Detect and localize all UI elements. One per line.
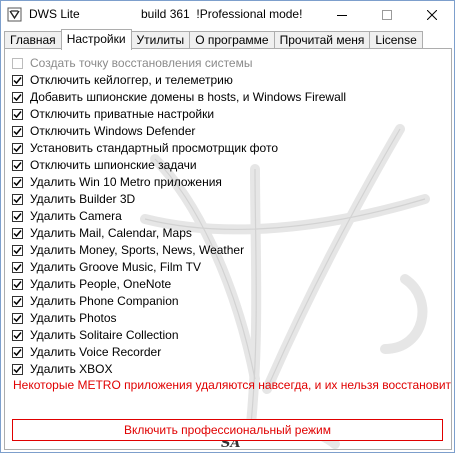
option-row[interactable]: Удалить Groove Music, Film TV xyxy=(12,259,201,275)
option-checkbox[interactable] xyxy=(12,142,23,154)
option-checkbox[interactable] xyxy=(12,346,23,358)
option-row[interactable]: Удалить Money, Sports, News, Weather xyxy=(12,242,244,258)
option-checkbox[interactable] xyxy=(12,329,23,341)
option-row[interactable]: Удалить Camera xyxy=(12,208,122,224)
tab-readme[interactable]: Прочитай меня xyxy=(273,31,371,49)
option-checkbox[interactable] xyxy=(12,91,23,103)
checkmark-icon xyxy=(13,365,22,373)
option-label: Удалить Builder 3D xyxy=(30,192,136,206)
option-row[interactable]: Удалить Voice Recorder xyxy=(12,344,161,360)
checkmark-icon xyxy=(13,314,22,322)
option-label: Создать точку восстановления системы xyxy=(30,56,253,70)
option-label: Отключить приватные настройки xyxy=(30,107,215,121)
metro-warning: Некоторые METRO приложения удаляются нав… xyxy=(13,378,452,392)
option-row[interactable]: Удалить Mail, Calendar, Maps xyxy=(12,225,192,241)
checkmark-icon xyxy=(13,331,22,339)
checkmark-icon xyxy=(13,195,22,203)
option-checkbox[interactable] xyxy=(12,278,23,290)
option-row[interactable]: Создать точку восстановления системы xyxy=(12,55,252,71)
option-row[interactable]: Установить стандартный просмотрщик фото xyxy=(12,140,278,156)
option-row[interactable]: Отключить приватные настройки xyxy=(12,106,214,122)
option-checkbox[interactable] xyxy=(12,244,23,256)
option-label: Отключить Windows Defender xyxy=(30,124,196,138)
option-checkbox[interactable] xyxy=(12,261,23,273)
option-label: Удалить XBOX xyxy=(30,362,113,376)
checkmark-icon xyxy=(13,229,22,237)
checkmark-icon xyxy=(13,127,22,135)
option-row[interactable]: Удалить Phone Companion xyxy=(12,293,179,309)
option-row[interactable]: Отключить шпионские задачи xyxy=(12,157,197,173)
option-label: Удалить Groove Music, Film TV xyxy=(30,260,201,274)
option-checkbox[interactable] xyxy=(12,108,23,120)
option-checkbox[interactable] xyxy=(12,159,23,171)
checkmark-icon xyxy=(13,280,22,288)
option-label: Удалить Voice Recorder xyxy=(30,345,162,359)
tab-utilities[interactable]: Утилиты xyxy=(130,31,191,49)
option-checkbox[interactable] xyxy=(12,363,23,375)
close-icon[interactable] xyxy=(409,1,454,28)
option-checkbox[interactable] xyxy=(12,74,23,86)
option-label: Удалить Solitaire Collection xyxy=(30,328,179,342)
option-label: Удалить Win 10 Metro приложения xyxy=(30,175,222,189)
checkmark-icon xyxy=(13,161,22,169)
option-checkbox[interactable] xyxy=(12,125,23,137)
checkmark-icon xyxy=(13,263,22,271)
option-row[interactable]: Удалить Solitaire Collection xyxy=(12,327,179,343)
option-checkbox[interactable] xyxy=(12,193,23,205)
checkmark-icon xyxy=(13,76,22,84)
enable-pro-mode-button[interactable]: Включить профессиональный режим xyxy=(12,419,443,441)
window-title: DWS Lite xyxy=(29,7,80,21)
option-label: Отключить шпионские задачи xyxy=(30,158,197,172)
option-row[interactable]: Добавить шпионские домены в hosts, и Win… xyxy=(12,89,346,105)
option-label: Удалить Camera xyxy=(30,209,122,223)
settings-panel: SA Создать точку восстановления системы О… xyxy=(4,48,452,450)
minimize-icon[interactable] xyxy=(319,1,364,28)
option-row[interactable]: Удалить Win 10 Metro приложения xyxy=(12,174,222,190)
option-row[interactable]: Удалить People, OneNote xyxy=(12,276,171,292)
app-logo-icon xyxy=(7,7,22,22)
option-row[interactable]: Отключить кейлоггер, и телеметрию xyxy=(12,72,233,88)
checkmark-icon xyxy=(13,297,22,305)
option-label: Удалить Money, Sports, News, Weather xyxy=(30,243,245,257)
checkmark-icon xyxy=(13,212,22,220)
option-row[interactable]: Удалить Photos xyxy=(12,310,117,326)
option-label: Удалить Mail, Calendar, Maps xyxy=(30,226,192,240)
maximize-icon[interactable] xyxy=(364,1,409,28)
option-label: Установить стандартный просмотрщик фото xyxy=(30,141,279,155)
checkmark-icon xyxy=(13,110,22,118)
checkmark-icon xyxy=(13,348,22,356)
tab-main[interactable]: Главная xyxy=(4,31,62,49)
option-row[interactable]: Удалить Builder 3D xyxy=(12,191,135,207)
checkmark-icon xyxy=(13,178,22,186)
option-label: Отключить кейлоггер, и телеметрию xyxy=(30,73,233,87)
checkmark-icon xyxy=(13,93,22,101)
option-checkbox[interactable] xyxy=(12,176,23,188)
tab-about[interactable]: О программе xyxy=(189,31,275,49)
app-window: DWS Lite build 361 !Professional mode! Г… xyxy=(0,0,455,453)
checkmark-icon xyxy=(13,144,22,152)
tab-license[interactable]: License xyxy=(369,31,423,49)
option-checkbox[interactable] xyxy=(12,312,23,324)
option-checkbox[interactable] xyxy=(12,210,23,222)
title-bar[interactable]: DWS Lite build 361 !Professional mode! xyxy=(1,1,454,28)
option-label: Удалить Photos xyxy=(30,311,117,325)
option-checkbox[interactable] xyxy=(12,57,23,69)
option-checkbox[interactable] xyxy=(12,295,23,307)
option-label: Удалить People, OneNote xyxy=(30,277,172,291)
window-subtitle: build 361 !Professional mode! xyxy=(141,7,303,21)
tab-settings[interactable]: Настройки xyxy=(60,29,132,50)
option-row[interactable]: Отключить Windows Defender xyxy=(12,123,195,139)
tab-strip: Главная Настройки Утилиты О программе Пр… xyxy=(4,29,423,50)
option-label: Удалить Phone Companion xyxy=(30,294,179,308)
option-label: Добавить шпионские домены в hosts, и Win… xyxy=(30,90,347,104)
option-checkbox[interactable] xyxy=(12,227,23,239)
option-row[interactable]: Удалить XBOX xyxy=(12,361,113,377)
checkmark-icon xyxy=(13,246,22,254)
